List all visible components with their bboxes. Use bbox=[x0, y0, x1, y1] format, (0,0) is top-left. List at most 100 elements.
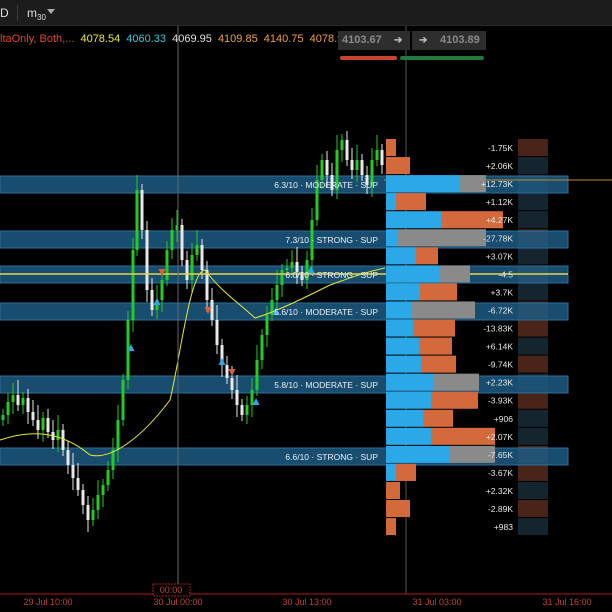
volume-profile-buy-bar bbox=[386, 175, 460, 193]
delta-value-label: +906 bbox=[494, 414, 513, 424]
indicator-legend: ltaOnly, Both,... 4078.54 4060.33 4069.9… bbox=[0, 33, 352, 49]
delta-cell bbox=[518, 211, 548, 229]
candle-body bbox=[350, 160, 354, 170]
candle-body bbox=[325, 160, 329, 175]
candle-body bbox=[116, 420, 120, 450]
candle-body bbox=[81, 490, 85, 505]
time-axis-label: 31 Jul 03:00 bbox=[412, 597, 461, 607]
volume-profile-neutral-bar bbox=[412, 301, 475, 319]
delta-value-label: +1.12K bbox=[486, 197, 514, 207]
volume-profile-neutral-bar bbox=[434, 373, 479, 391]
chevron-down-icon[interactable] bbox=[47, 9, 55, 14]
symbol-label[interactable]: D bbox=[0, 6, 9, 20]
candle-body bbox=[375, 150, 379, 160]
candle-body bbox=[250, 390, 254, 405]
delta-value-label: +6.14K bbox=[486, 342, 514, 352]
volume-profile-neutral-bar bbox=[398, 229, 486, 247]
candle-body bbox=[145, 230, 149, 290]
volume-profile-sell-bar bbox=[386, 139, 396, 157]
toolbar-divider bbox=[17, 5, 18, 21]
volume-profile-buy-bar bbox=[386, 337, 419, 355]
volume-profile-buy-bar bbox=[386, 283, 420, 301]
indicator-value: 4060.33 bbox=[126, 33, 167, 45]
price-chart[interactable]: 6.3/10 · MODERATE · SUP 7.3/10 · STRONG ·… bbox=[0, 0, 612, 612]
candle-body bbox=[111, 450, 115, 470]
timeframe-unit: m bbox=[27, 6, 37, 20]
volume-profile-buy-bar bbox=[386, 265, 440, 283]
timeframe-selector[interactable]: m30 bbox=[27, 6, 46, 22]
candle-body bbox=[36, 420, 40, 430]
candle-body bbox=[255, 360, 259, 390]
buy-price-button[interactable]: ➔ 4103.89 bbox=[412, 31, 486, 50]
indicator-value: 4140.75 bbox=[263, 33, 304, 45]
volume-profile-buy-bar bbox=[386, 427, 431, 445]
candle-body bbox=[185, 260, 189, 280]
delta-cell bbox=[518, 337, 548, 355]
indicator-value: 4109.85 bbox=[217, 33, 258, 45]
crosshair-time-label: 00:00 bbox=[160, 585, 183, 595]
candle-body bbox=[86, 505, 90, 520]
indicator-name[interactable]: ltaOnly, Both,... bbox=[0, 33, 74, 45]
candle-body bbox=[96, 495, 100, 510]
candle-body bbox=[195, 245, 199, 255]
delta-value-label: -3.67K bbox=[488, 468, 513, 478]
delta-cell bbox=[518, 481, 548, 499]
trading-chart-app: 6.3/10 · MODERATE · SUP 7.3/10 · STRONG ·… bbox=[0, 0, 612, 612]
delta-value-label: -13.83K bbox=[483, 324, 513, 334]
delta-cell bbox=[518, 409, 548, 427]
delta-value-label: -2.89K bbox=[488, 504, 513, 514]
sell-price-value: 4103.67 bbox=[342, 34, 382, 46]
buy-price-value: 4103.89 bbox=[440, 34, 480, 46]
candle-body bbox=[230, 378, 234, 390]
buy-signal-marker bbox=[252, 398, 260, 405]
candle-body bbox=[11, 395, 15, 402]
delta-value-label: +2.07K bbox=[486, 432, 514, 442]
delta-cell bbox=[518, 283, 548, 301]
volume-profile-buy-bar bbox=[386, 445, 450, 463]
candle-body bbox=[345, 140, 349, 160]
candle-body bbox=[320, 160, 324, 180]
timeframe-value: 30 bbox=[37, 13, 46, 22]
candle-body bbox=[26, 398, 30, 412]
candle-body bbox=[275, 285, 279, 300]
delta-value-label: +4.27K bbox=[486, 215, 514, 225]
delta-value-label: +3.07K bbox=[486, 251, 514, 261]
candle-body bbox=[170, 230, 174, 250]
zone-label: 6.6/10 · STRONG · SUP bbox=[285, 452, 378, 462]
volume-profile-sell-bar bbox=[420, 283, 457, 301]
candle-body bbox=[6, 402, 10, 415]
candle-body bbox=[71, 465, 75, 478]
volume-profile-sell-bar bbox=[396, 463, 416, 481]
candle-body bbox=[245, 405, 249, 415]
delta-cell bbox=[518, 319, 548, 337]
buy-underline bbox=[400, 56, 484, 60]
candle-body bbox=[240, 405, 244, 415]
volume-profile-buy-bar bbox=[386, 391, 431, 409]
volume-profile-sell-bar bbox=[421, 355, 456, 373]
sell-price-button[interactable]: 4103.67 ➔ bbox=[338, 31, 410, 50]
candle-body bbox=[16, 395, 20, 405]
volume-profile-sell-bar bbox=[423, 409, 453, 427]
time-axis-label: 30 Jul 00:00 bbox=[153, 597, 202, 607]
arrow-right-icon: ➔ bbox=[394, 35, 403, 46]
volume-profile-neutral-bar bbox=[440, 265, 470, 283]
volume-profile-buy-bar bbox=[386, 409, 423, 427]
candle-body bbox=[56, 430, 60, 440]
candle-body bbox=[290, 262, 294, 268]
volume-profile-sell-bar bbox=[386, 518, 396, 536]
delta-value-label: +3.7K bbox=[491, 287, 514, 297]
candle-body bbox=[360, 160, 364, 175]
indicator-value: 4078.54 bbox=[80, 33, 121, 45]
volume-profile-sell-bar bbox=[386, 500, 410, 518]
time-axis-label: 30 Jul 13:00 bbox=[282, 597, 331, 607]
arrow-right-icon: ➔ bbox=[419, 35, 428, 46]
candle-body bbox=[150, 290, 154, 310]
zone-label: 6.3/10 · MODERATE · SUP bbox=[274, 180, 378, 190]
candle-body bbox=[66, 450, 70, 465]
candle-body bbox=[140, 190, 144, 230]
volume-profile-sell-bar bbox=[416, 247, 438, 265]
candle-body bbox=[265, 315, 269, 335]
volume-profile-buy-bar bbox=[386, 319, 413, 337]
zone-label: 5.6/10 · MODERATE · SUP bbox=[274, 307, 378, 317]
time-axis-label: 29 Jul 10:00 bbox=[23, 597, 72, 607]
